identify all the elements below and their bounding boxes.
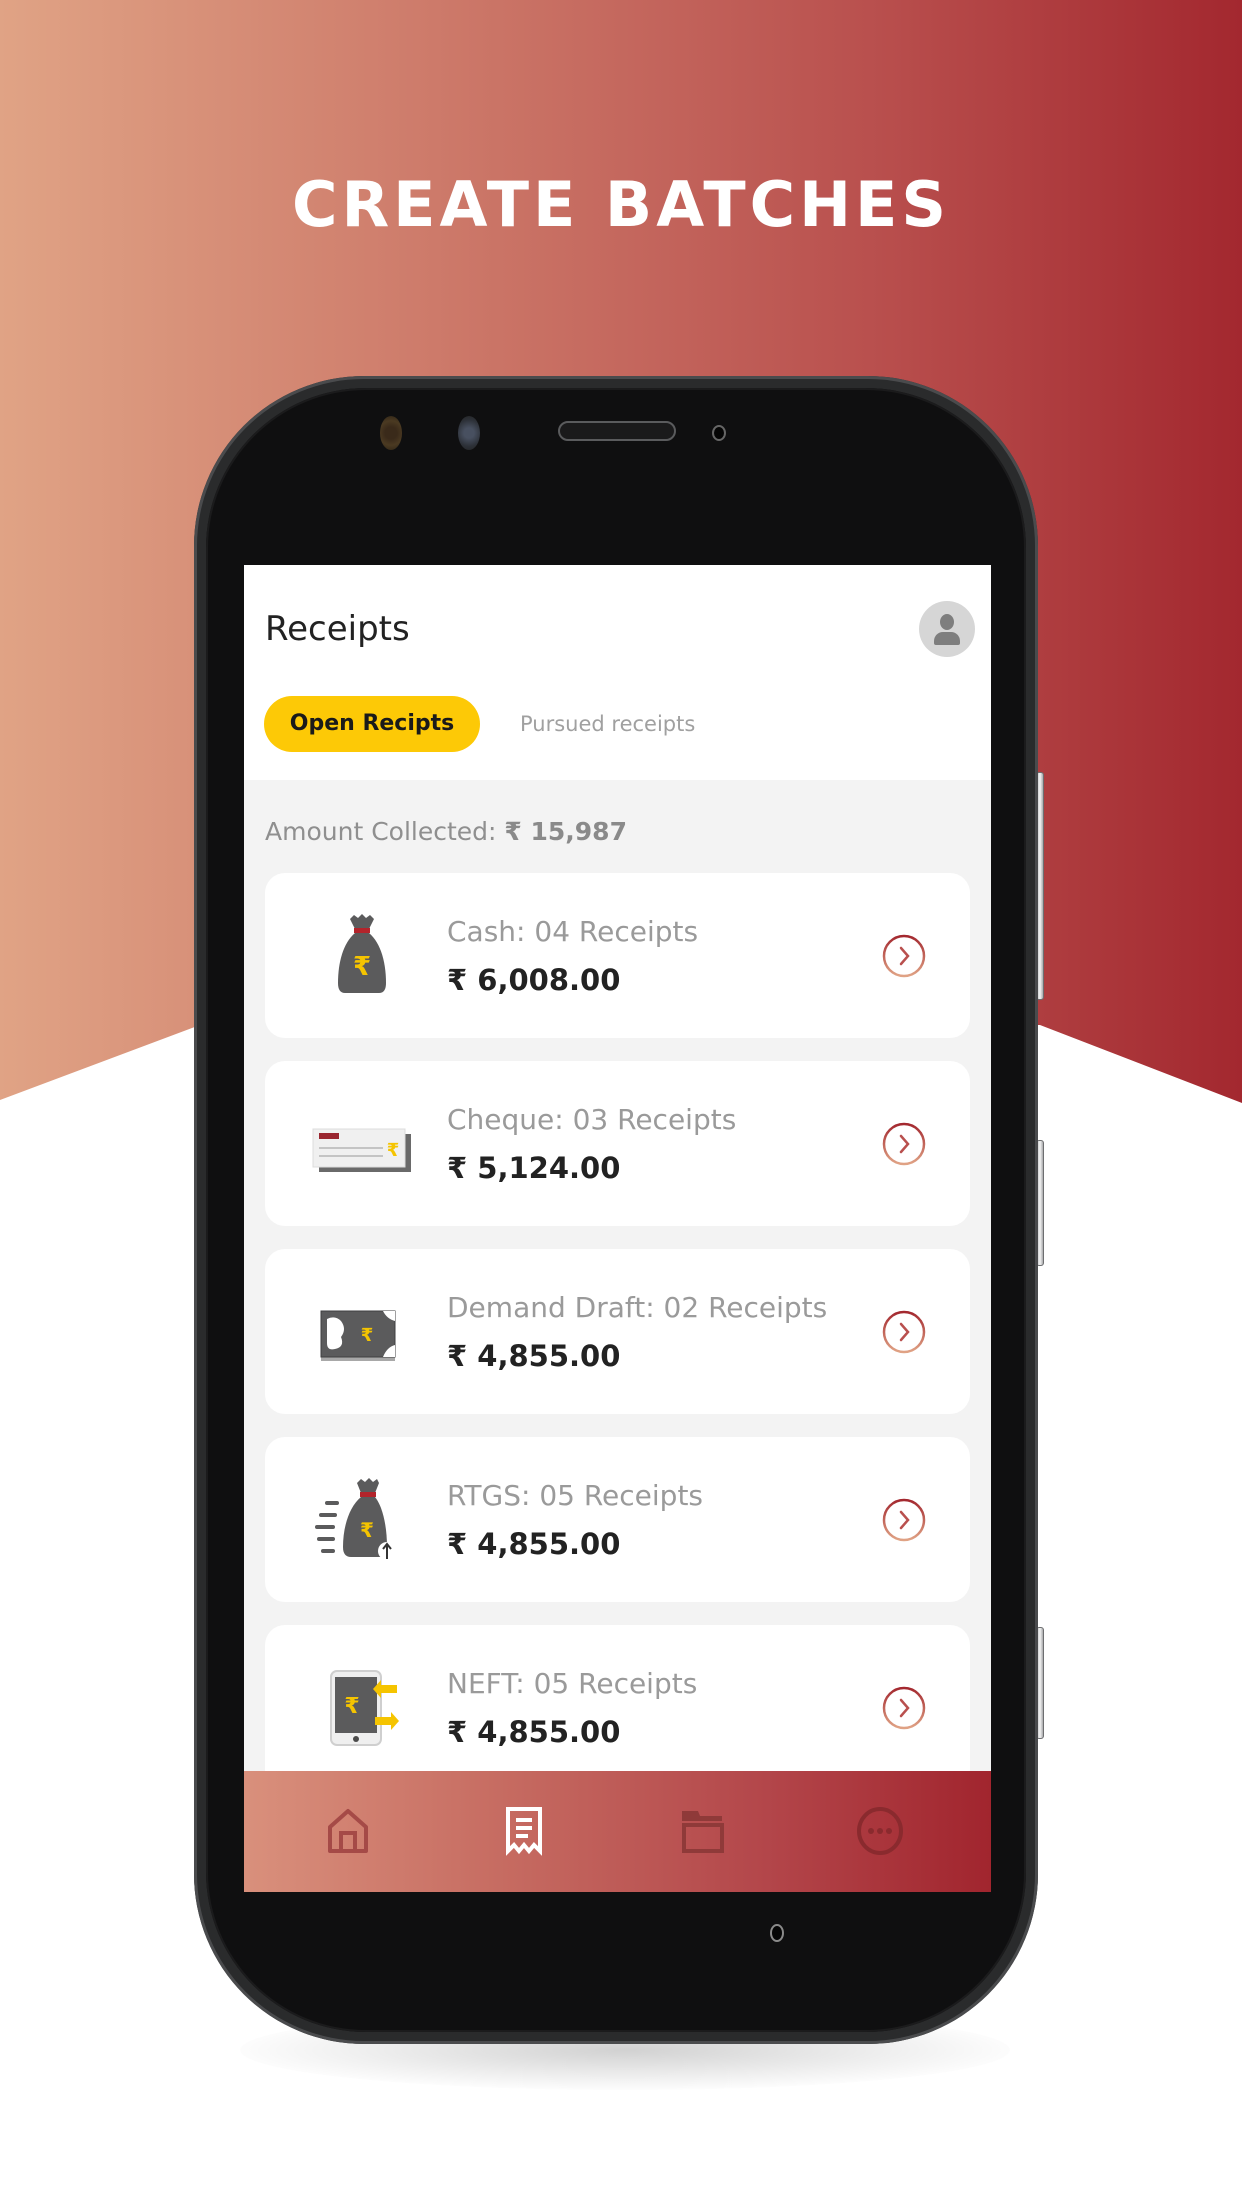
chevron-right-icon[interactable]	[881, 1309, 927, 1355]
receipt-group-card[interactable]: ₹ Demand Draft: 02 Receipts ₹ 4,855.00	[265, 1249, 970, 1414]
front-sensor-icon	[458, 416, 480, 450]
amount-collected-label: Amount Collected:	[265, 817, 497, 846]
receipt-icon[interactable]	[498, 1805, 550, 1857]
receipt-group-label: NEFT: 05 Receipts	[447, 1667, 698, 1700]
folder-icon[interactable]	[676, 1805, 728, 1857]
chevron-right-icon[interactable]	[881, 933, 927, 979]
phone-bottom-sensor	[770, 1924, 784, 1942]
receipt-group-amount: ₹ 6,008.00	[447, 963, 621, 997]
proximity-sensor	[712, 425, 726, 441]
receipt-group-label: Demand Draft: 02 Receipts	[447, 1291, 828, 1324]
chevron-right-icon[interactable]	[881, 1685, 927, 1731]
receipt-group-amount: ₹ 4,855.00	[447, 1527, 621, 1561]
avatar-body-shape	[934, 632, 960, 645]
svg-text:₹: ₹	[387, 1140, 400, 1161]
rtgs-transfer-icon: ₹	[315, 1478, 396, 1560]
receipt-group-card[interactable]: ₹ RTGS: 05 Receipts ₹ 4,855.00	[265, 1437, 970, 1602]
avatar-head-shape	[940, 614, 954, 630]
tab-open-receipts[interactable]: Open Recipts	[264, 696, 480, 752]
chevron-right-icon[interactable]	[881, 1497, 927, 1543]
cheque-icon: ₹	[312, 1128, 411, 1172]
demand-draft-icon: ₹	[320, 1310, 396, 1361]
svg-text:₹: ₹	[361, 1325, 374, 1346]
amount-collected-value: ₹ 15,987	[504, 817, 627, 846]
receipt-group-label: Cash: 04 Receipts	[447, 915, 699, 948]
svg-text:₹: ₹	[353, 952, 371, 982]
promo-headline: CREATE BATCHES	[291, 168, 951, 241]
tab-pursued-receipts[interactable]: Pursued receipts	[520, 696, 695, 752]
svg-text:₹: ₹	[344, 1694, 359, 1719]
receipt-group-label: RTGS: 05 Receipts	[447, 1479, 704, 1512]
page-title: Receipts	[265, 609, 410, 649]
receipt-group-card[interactable]: ₹ Cheque: 03 Receipts ₹ 5,124.00	[265, 1061, 970, 1226]
earpiece-speaker	[558, 421, 676, 441]
app-screen: Receipts Open Recipts Pursued receipts A…	[244, 565, 991, 1892]
neft-mobile-transfer-icon: ₹	[330, 1670, 399, 1746]
user-avatar-icon[interactable]	[919, 601, 975, 657]
receipt-group-label: Cheque: 03 Receipts	[447, 1103, 737, 1136]
home-icon[interactable]	[322, 1805, 374, 1857]
receipt-group-amount: ₹ 4,855.00	[447, 1339, 621, 1373]
chevron-right-icon[interactable]	[881, 1121, 927, 1167]
more-icon[interactable]	[854, 1805, 906, 1857]
svg-text:₹: ₹	[360, 1518, 374, 1542]
receipt-group-amount: ₹ 5,124.00	[447, 1151, 621, 1185]
app-header: Receipts Open Recipts Pursued receipts	[244, 565, 991, 780]
amount-collected: Amount Collected: ₹ 15,987	[265, 817, 627, 846]
money-bag-icon: ₹	[338, 914, 386, 993]
front-camera-icon	[380, 416, 402, 450]
receipt-group-card[interactable]: ₹ Cash: 04 Receipts ₹ 6,008.00	[265, 873, 970, 1038]
receipt-group-amount: ₹ 4,855.00	[447, 1715, 621, 1749]
bottom-navigation	[244, 1771, 991, 1892]
receipt-group-card[interactable]: ₹ NEFT: 05 Receipts ₹ 4,855.00	[265, 1625, 970, 1790]
